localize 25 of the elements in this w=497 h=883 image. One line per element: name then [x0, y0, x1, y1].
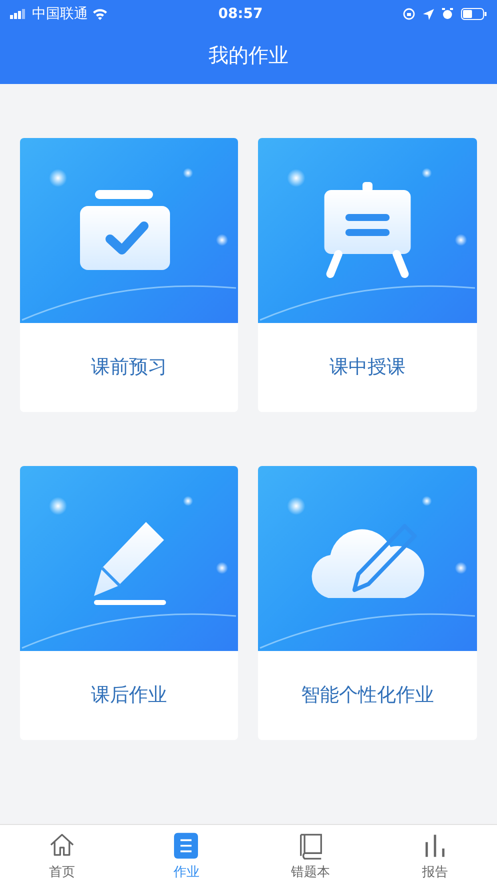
card-title: 课前预习: [91, 355, 167, 380]
card-title: 课后作业: [91, 683, 167, 708]
page-title: 我的作业: [208, 42, 290, 69]
pencil-icon: [94, 522, 166, 605]
lock-rotation-icon: [402, 8, 415, 20]
tab-item[interactable]: 作业: [124, 825, 248, 883]
tab-item[interactable]: 报告: [372, 825, 497, 883]
alarm-icon: [442, 8, 453, 20]
tab-item[interactable]: 错题本: [248, 825, 373, 883]
location-icon: [422, 8, 434, 20]
cloud-pencil-icon: [312, 524, 424, 598]
homework-card[interactable]: 智能个性化作业: [258, 466, 477, 740]
homework-card[interactable]: 课前预习: [20, 138, 238, 412]
clock-time: 08:57: [218, 4, 263, 24]
homework-card[interactable]: 课后作业: [20, 466, 238, 740]
carrier-name: 中国联通: [32, 4, 88, 24]
battery-icon: [460, 8, 487, 20]
wifi-icon: [92, 8, 108, 20]
card-title: 智能个性化作业: [301, 683, 434, 708]
homework-card[interactable]: 课中授课: [258, 138, 477, 412]
tab-item[interactable]: 首页: [0, 825, 124, 883]
calendar-check-icon: [80, 190, 170, 270]
signal-icon: [10, 9, 28, 19]
card-title: 课中授课: [330, 355, 406, 380]
easel-board-icon: [324, 182, 411, 278]
